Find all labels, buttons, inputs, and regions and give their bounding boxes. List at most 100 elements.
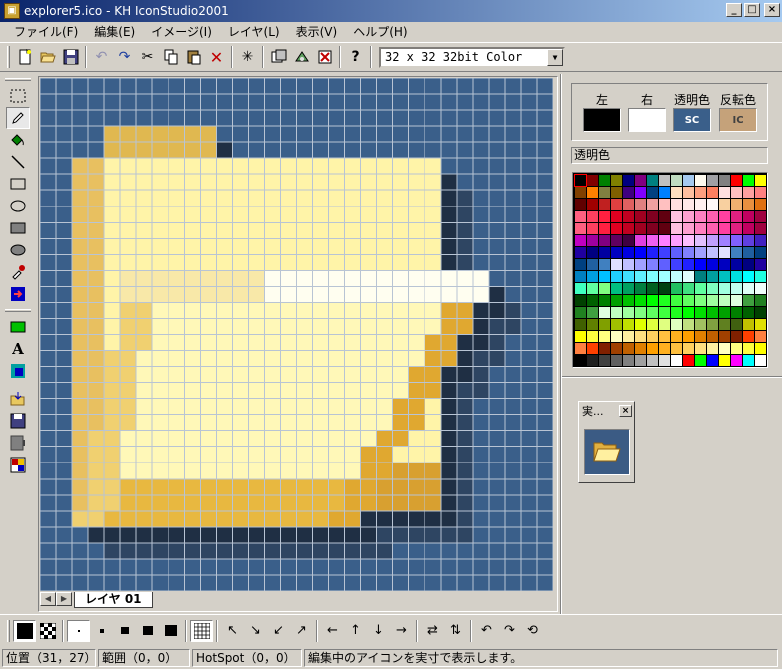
palette-color-cell[interactable] [599, 307, 610, 318]
palette-color-cell[interactable] [635, 187, 646, 198]
rotate-right-icon[interactable]: ↷ [498, 620, 521, 642]
palette-color-cell[interactable] [731, 259, 742, 270]
close-button[interactable]: × [764, 3, 780, 17]
palette-color-cell[interactable] [755, 199, 766, 210]
fill-rectangle-color-icon[interactable] [6, 316, 30, 338]
palette-color-cell[interactable] [611, 187, 622, 198]
palette-color-cell[interactable] [755, 319, 766, 330]
palette-color-cell[interactable] [623, 319, 634, 330]
palette-color-cell[interactable] [671, 271, 682, 282]
palette-color-cell[interactable] [755, 331, 766, 342]
palette-color-cell[interactable] [743, 235, 754, 246]
palette-color-cell[interactable] [623, 295, 634, 306]
delete-icon[interactable]: ✕ [205, 46, 228, 68]
palette-color-cell[interactable] [635, 343, 646, 354]
palette-color-cell[interactable] [755, 259, 766, 270]
palette-color-cell[interactable] [683, 211, 694, 222]
palette-color-cell[interactable] [575, 199, 586, 210]
palette-color-cell[interactable] [755, 235, 766, 246]
palette-color-cell[interactable] [671, 199, 682, 210]
palette-color-cell[interactable] [719, 295, 730, 306]
palette-color-cell[interactable] [599, 319, 610, 330]
palette-color-cell[interactable] [707, 235, 718, 246]
import-image-icon[interactable] [6, 388, 30, 410]
palette-color-cell[interactable] [587, 199, 598, 210]
palette-color-cell[interactable] [575, 211, 586, 222]
palette-color-cell[interactable] [671, 283, 682, 294]
filled-rectangle-tool-icon[interactable] [6, 217, 30, 239]
palette-color-cell[interactable] [599, 223, 610, 234]
palette-color-cell[interactable] [659, 271, 670, 282]
palette-color-cell[interactable] [647, 307, 658, 318]
layer-tab[interactable]: レイヤ 01 [74, 592, 153, 608]
palette-color-cell[interactable] [719, 199, 730, 210]
palette-color-cell[interactable] [623, 187, 634, 198]
palette-color-cell[interactable] [623, 223, 634, 234]
palette-color-cell[interactable] [683, 319, 694, 330]
new-file-icon[interactable] [13, 46, 36, 68]
palette-color-cell[interactable] [755, 175, 766, 186]
inverse-color-swatch[interactable]: IC [719, 108, 757, 132]
palette-color-cell[interactable] [719, 175, 730, 186]
palette-color-cell[interactable] [671, 295, 682, 306]
brush-size-2-icon[interactable] [90, 620, 113, 642]
shift-down-left-icon[interactable]: ↙ [267, 620, 290, 642]
palette-color-cell[interactable] [671, 175, 682, 186]
color-replace-tool-icon[interactable] [6, 283, 30, 305]
palette-color-cell[interactable] [659, 247, 670, 258]
palette-color-cell[interactable] [623, 175, 634, 186]
palette-color-cell[interactable] [731, 283, 742, 294]
export-image-icon[interactable] [6, 410, 30, 432]
palette-color-cell[interactable] [647, 235, 658, 246]
palette-color-cell[interactable] [587, 247, 598, 258]
palette-color-cell[interactable] [611, 175, 622, 186]
palette-color-cell[interactable] [647, 271, 658, 282]
palette-color-cell[interactable] [635, 283, 646, 294]
palette-color-cell[interactable] [574, 174, 587, 187]
palette-color-cell[interactable] [587, 223, 598, 234]
text-tool-icon[interactable]: A [6, 338, 30, 360]
pencil-tool-icon[interactable] [6, 107, 30, 129]
palette-color-cell[interactable] [743, 247, 754, 258]
palette-color-cell[interactable] [659, 343, 670, 354]
palette-color-cell[interactable] [683, 259, 694, 270]
tool-palette-grip[interactable] [5, 78, 31, 81]
palette-color-cell[interactable] [695, 175, 706, 186]
palette-color-cell[interactable] [587, 211, 598, 222]
palette-color-cell[interactable] [611, 343, 622, 354]
palette-color-cell[interactable] [755, 343, 766, 354]
rotate-left-icon[interactable]: ↶ [475, 620, 498, 642]
palette-color-cell[interactable] [611, 211, 622, 222]
palette-color-cell[interactable] [743, 211, 754, 222]
palette-color-cell[interactable] [755, 295, 766, 306]
palette-color-cell[interactable] [647, 211, 658, 222]
redo-icon[interactable]: ↷ [113, 46, 136, 68]
palette-color-cell[interactable] [599, 283, 610, 294]
minimize-button[interactable]: _ [726, 3, 742, 17]
palette-color-cell[interactable] [611, 271, 622, 282]
palette-color-cell[interactable] [731, 235, 742, 246]
palette-color-cell[interactable] [635, 235, 646, 246]
palette-color-cell[interactable] [575, 187, 586, 198]
palette-color-cell[interactable] [719, 343, 730, 354]
palette-color-cell[interactable] [707, 355, 718, 366]
solid-background-icon[interactable] [13, 619, 36, 642]
palette-color-cell[interactable] [623, 199, 634, 210]
palette-color-cell[interactable] [719, 355, 730, 366]
new-image-icon[interactable] [267, 46, 290, 68]
copy-icon[interactable] [159, 46, 182, 68]
palette-color-cell[interactable] [707, 247, 718, 258]
cut-icon[interactable]: ✂ [136, 46, 159, 68]
palette-color-cell[interactable] [611, 355, 622, 366]
palette-color-cell[interactable] [575, 247, 586, 258]
palette-color-cell[interactable] [743, 295, 754, 306]
palette-color-cell[interactable] [671, 211, 682, 222]
palette-color-cell[interactable] [575, 271, 586, 282]
palette-color-cell[interactable] [659, 211, 670, 222]
palette-color-cell[interactable] [623, 247, 634, 258]
palette-color-cell[interactable] [695, 295, 706, 306]
palette-color-cell[interactable] [695, 319, 706, 330]
palette-color-cell[interactable] [635, 355, 646, 366]
preview-window[interactable]: 実... × [578, 401, 635, 483]
palette-color-cell[interactable] [587, 271, 598, 282]
